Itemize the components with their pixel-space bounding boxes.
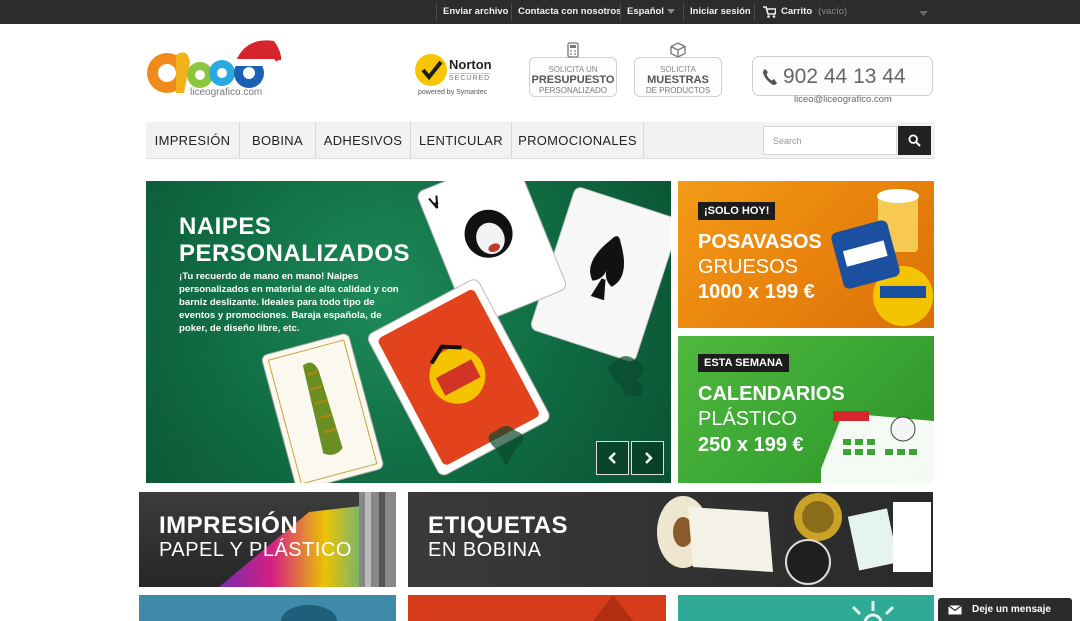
promo-price: 1000 x 199 € bbox=[698, 281, 815, 303]
light-bulb-icon bbox=[851, 601, 895, 621]
banner-graphic bbox=[593, 595, 633, 621]
category-subtitle: EN BOBINA bbox=[428, 539, 542, 561]
category-title: ETIQUETAS bbox=[428, 512, 569, 539]
nav-item-impresion[interactable]: IMPRESIÓN bbox=[146, 122, 240, 159]
category-title: IMPRESIÓN bbox=[159, 512, 299, 539]
norton-check-icon bbox=[415, 54, 447, 86]
send-file-link[interactable]: Enviar archivo bbox=[437, 0, 514, 24]
nav-item-bobina[interactable]: BOBINA bbox=[240, 122, 316, 159]
promo-subtitle: GRUESOS bbox=[698, 256, 799, 278]
chevron-right-icon bbox=[645, 452, 653, 464]
phone-icon bbox=[763, 69, 777, 85]
cart-label: Carrito bbox=[781, 6, 813, 17]
promo-coasters[interactable]: ¡SOLO HOY! POSAVASOS GRUESOS 1000 x 199 … bbox=[678, 181, 934, 328]
category-banner-partial[interactable] bbox=[139, 595, 396, 621]
nav-item-lenticular[interactable]: LENTICULAR bbox=[411, 122, 512, 159]
promo-calendars[interactable]: ESTA SEMANA CALENDARIOS PLÁSTICO 250 x 1… bbox=[678, 336, 934, 483]
promo-tag: ¡SOLO HOY! bbox=[698, 202, 776, 220]
box-icon bbox=[670, 42, 686, 58]
search-icon bbox=[908, 134, 921, 147]
promo-title: CALENDARIOS bbox=[698, 383, 845, 405]
search-input[interactable] bbox=[763, 126, 897, 155]
chat-label: Deje un mensaje bbox=[972, 604, 1051, 615]
samples-line1: SOLICITA bbox=[660, 65, 696, 74]
slider-prev-button[interactable] bbox=[596, 441, 629, 475]
quote-line1: SOLICITA UN bbox=[548, 65, 598, 74]
separator bbox=[754, 3, 755, 21]
nav-item-adhesivos[interactable]: ADHESIVOS bbox=[316, 122, 411, 159]
chevron-down-icon[interactable] bbox=[919, 11, 928, 17]
samples-line3: DE PRODUCTOS bbox=[645, 86, 711, 95]
cloud-icon bbox=[281, 605, 337, 621]
category-subtitle: PAPEL Y PLÁSTICO bbox=[159, 539, 352, 561]
quote-line2: PRESUPUESTO bbox=[531, 74, 615, 86]
phone-number: 902 44 13 44 bbox=[783, 65, 906, 88]
login-link[interactable]: Iniciar sesión bbox=[684, 0, 757, 24]
promo-price: 250 x 199 € bbox=[698, 434, 804, 456]
hero-slider[interactable]: NAIPES PERSONALIZADOS ¡Tu recuerdo de ma… bbox=[146, 181, 671, 483]
samples-line2: MUESTRAS bbox=[647, 74, 709, 86]
promo-title: POSAVASOS bbox=[698, 231, 822, 253]
calculator-icon bbox=[567, 42, 579, 58]
nav-item-promocionales[interactable]: PROMOCIONALES bbox=[512, 122, 644, 159]
phone-box[interactable]: 902 44 13 44 bbox=[752, 56, 933, 96]
category-impresion[interactable]: IMPRESIÓN PAPEL Y PLÁSTICO bbox=[139, 492, 396, 587]
contact-email[interactable]: liceo@liceografico.com bbox=[794, 94, 892, 105]
samples-request-button[interactable]: SOLICITA MUESTRAS DE PRODUCTOS bbox=[634, 57, 722, 97]
label-rolls-illustration bbox=[657, 493, 931, 585]
chevron-left-icon bbox=[608, 452, 616, 464]
promo-subtitle: PLÁSTICO bbox=[698, 408, 797, 430]
promo-tag: ESTA SEMANA bbox=[698, 354, 789, 372]
norton-secured: SECURED bbox=[449, 73, 491, 82]
slider-description: ¡Tu recuerdo de mano en mano! Naipes per… bbox=[179, 271, 399, 334]
language-selector[interactable]: Español bbox=[621, 0, 670, 24]
norton-powered: powered by Symantec bbox=[418, 89, 488, 96]
quote-line3: PERSONALIZADO bbox=[538, 86, 607, 95]
chat-widget[interactable]: Deje un mensaje bbox=[938, 598, 1072, 621]
coasters-illustration bbox=[831, 189, 933, 326]
envelope-icon bbox=[948, 605, 962, 615]
category-etiquetas[interactable]: ETIQUETAS EN BOBINA bbox=[408, 492, 933, 587]
slider-next-button[interactable] bbox=[631, 441, 664, 475]
cart-status: (vacío) bbox=[818, 6, 848, 17]
quote-request-button[interactable]: SOLICITA UN PRESUPUESTO PERSONALIZADO bbox=[529, 57, 617, 97]
chevron-down-icon[interactable] bbox=[667, 9, 675, 15]
cart-link[interactable]: Carrito (vacío) bbox=[775, 0, 853, 24]
top-bar: Enviar archivo Contacta con nosotros Esp… bbox=[0, 0, 1080, 24]
category-banner-partial[interactable] bbox=[408, 595, 666, 621]
logo-text: liceografico.com bbox=[190, 87, 263, 98]
contact-link[interactable]: Contacta con nosotros bbox=[512, 0, 627, 24]
search-button[interactable] bbox=[898, 126, 931, 155]
norton-badge[interactable]: Norton SECURED powered by Symantec bbox=[413, 50, 505, 100]
slider-title: NAIPES PERSONALIZADOS bbox=[179, 213, 411, 267]
category-banner-partial[interactable] bbox=[678, 595, 934, 621]
norton-name: Norton bbox=[449, 57, 492, 72]
